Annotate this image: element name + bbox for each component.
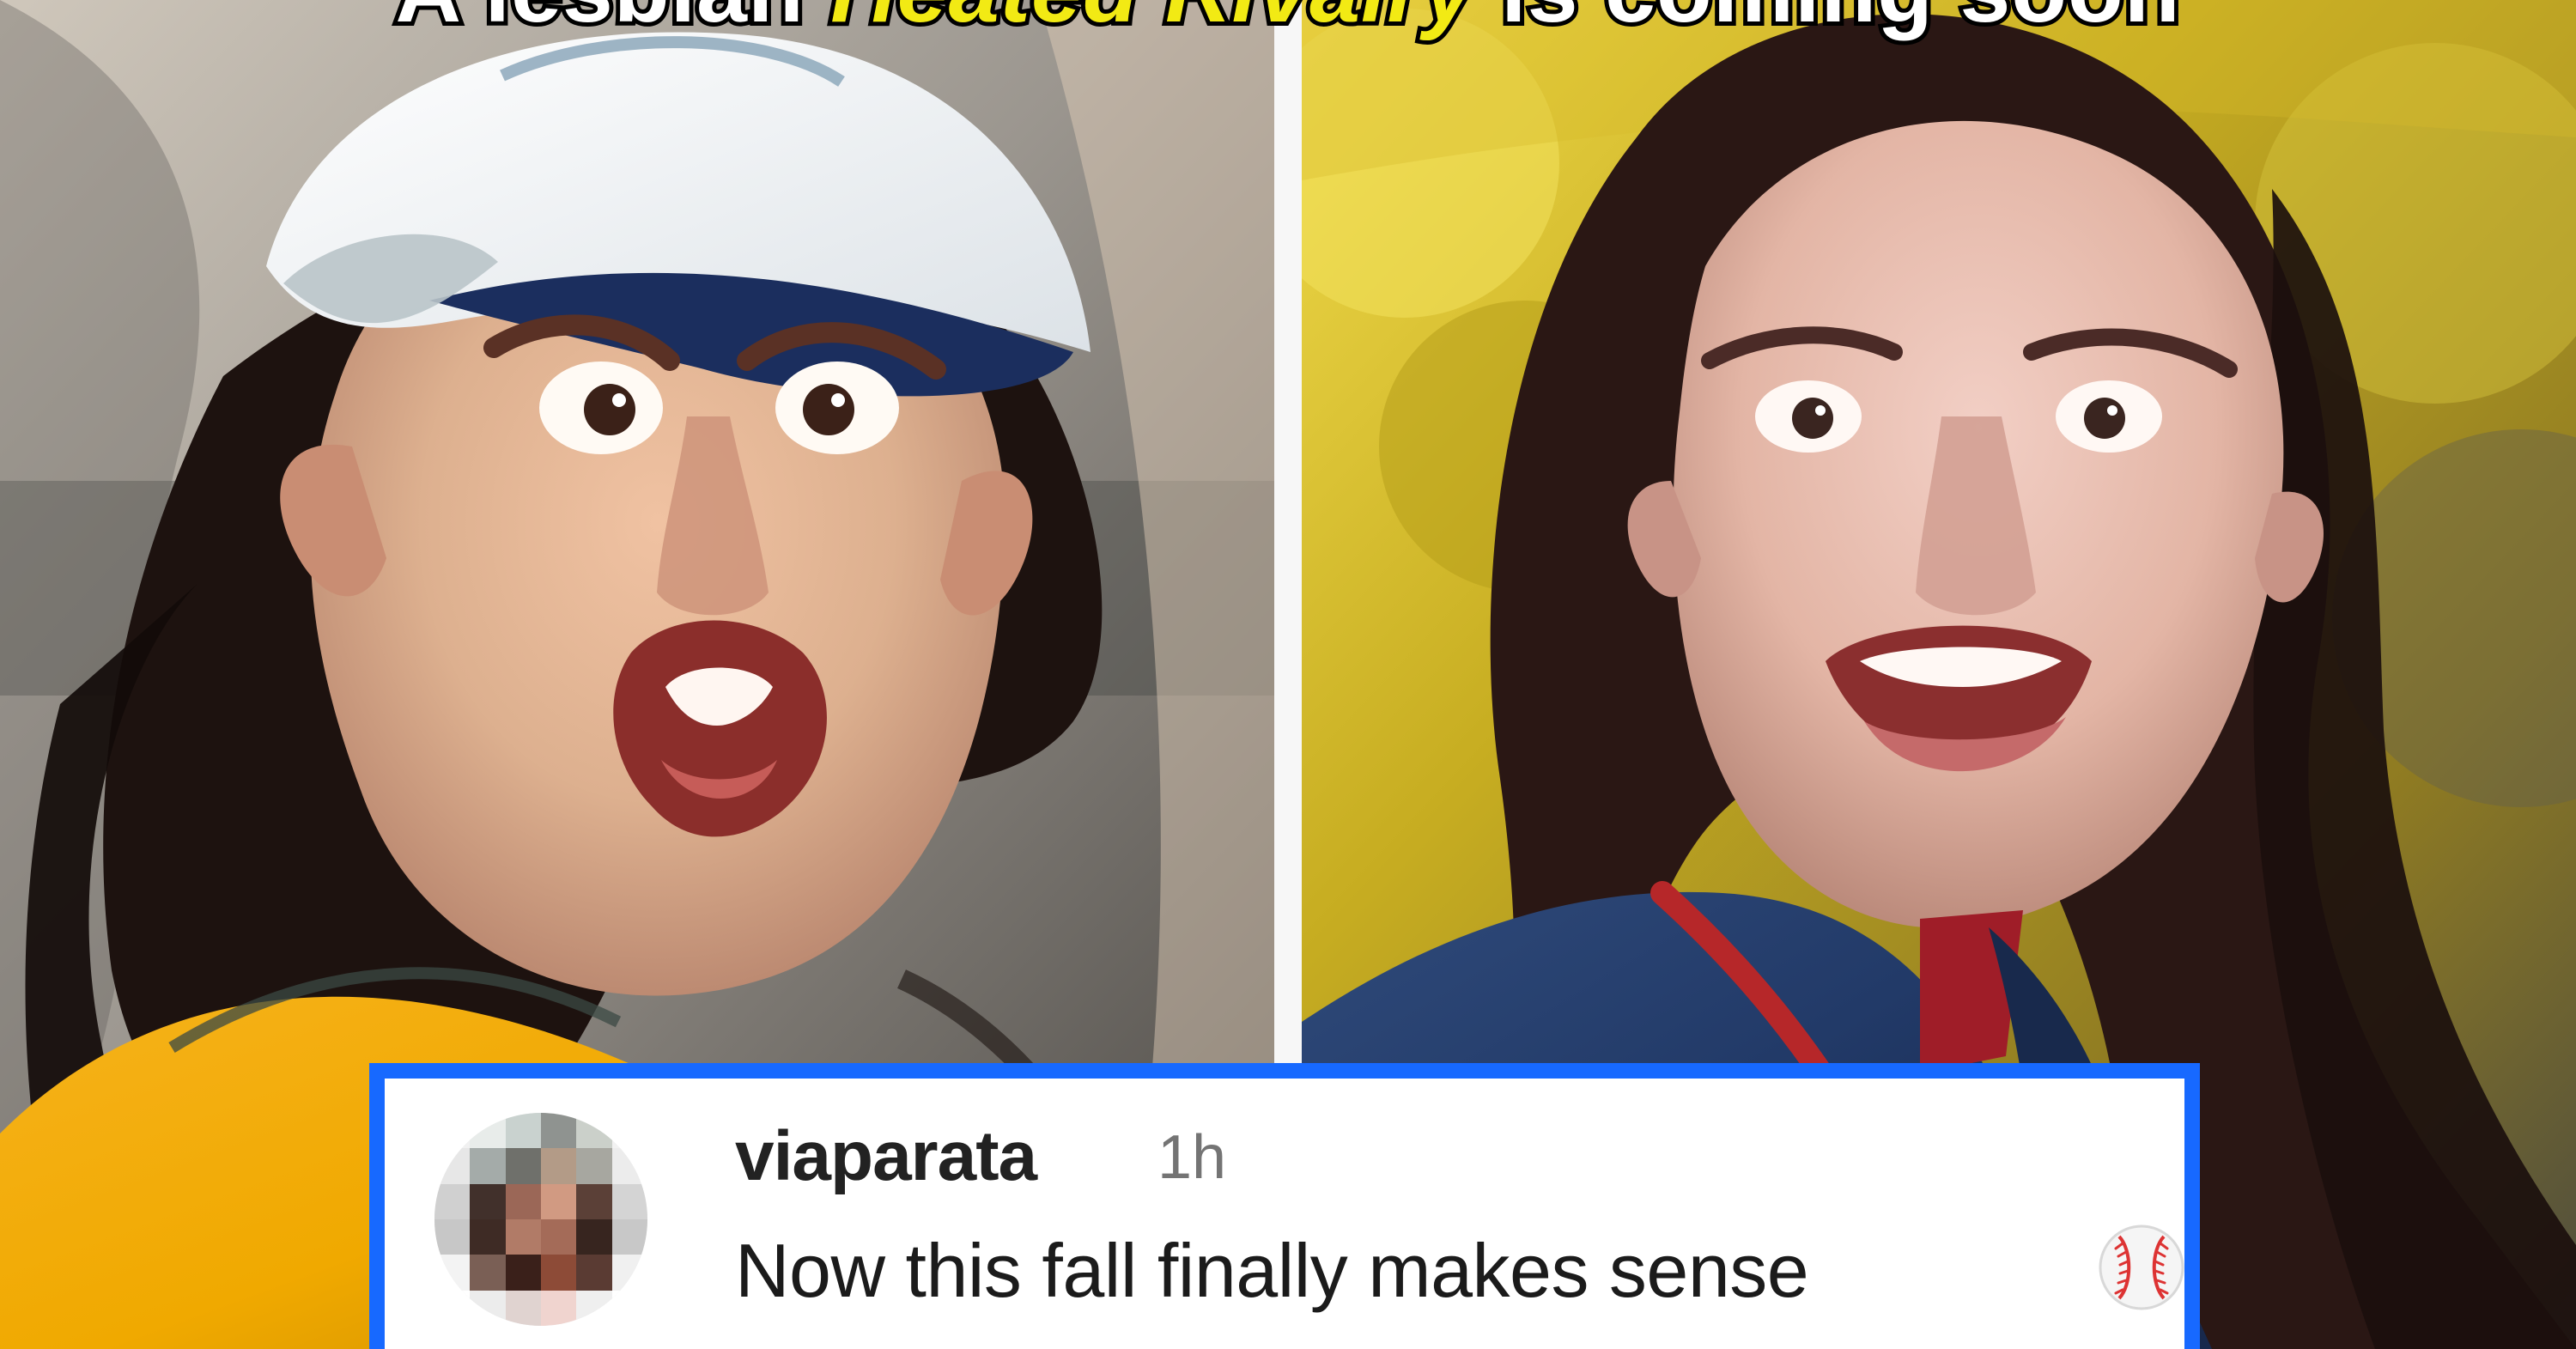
pixelated-avatar-image <box>434 1113 647 1326</box>
headline-italic-title: Heated Rivalry <box>826 0 1478 41</box>
headline-caption: A lesbian Heated Rivalry is coming soon <box>0 0 2576 40</box>
meme-image: A lesbian Heated Rivalry is coming soon <box>0 0 2576 1349</box>
avatar <box>434 1113 647 1326</box>
headline-prefix: A lesbian <box>391 0 830 41</box>
comment-username: viaparata <box>735 1117 1037 1195</box>
baseball-icon <box>2099 1224 2184 1310</box>
comment-text: Now this fall finally makes sense <box>735 1228 1809 1313</box>
comment-time: 1h <box>1157 1123 1227 1192</box>
comment-card: viaparata 1h Now this fall finally makes… <box>369 1063 2200 1349</box>
headline-suffix: is coming soon <box>1475 0 2184 41</box>
